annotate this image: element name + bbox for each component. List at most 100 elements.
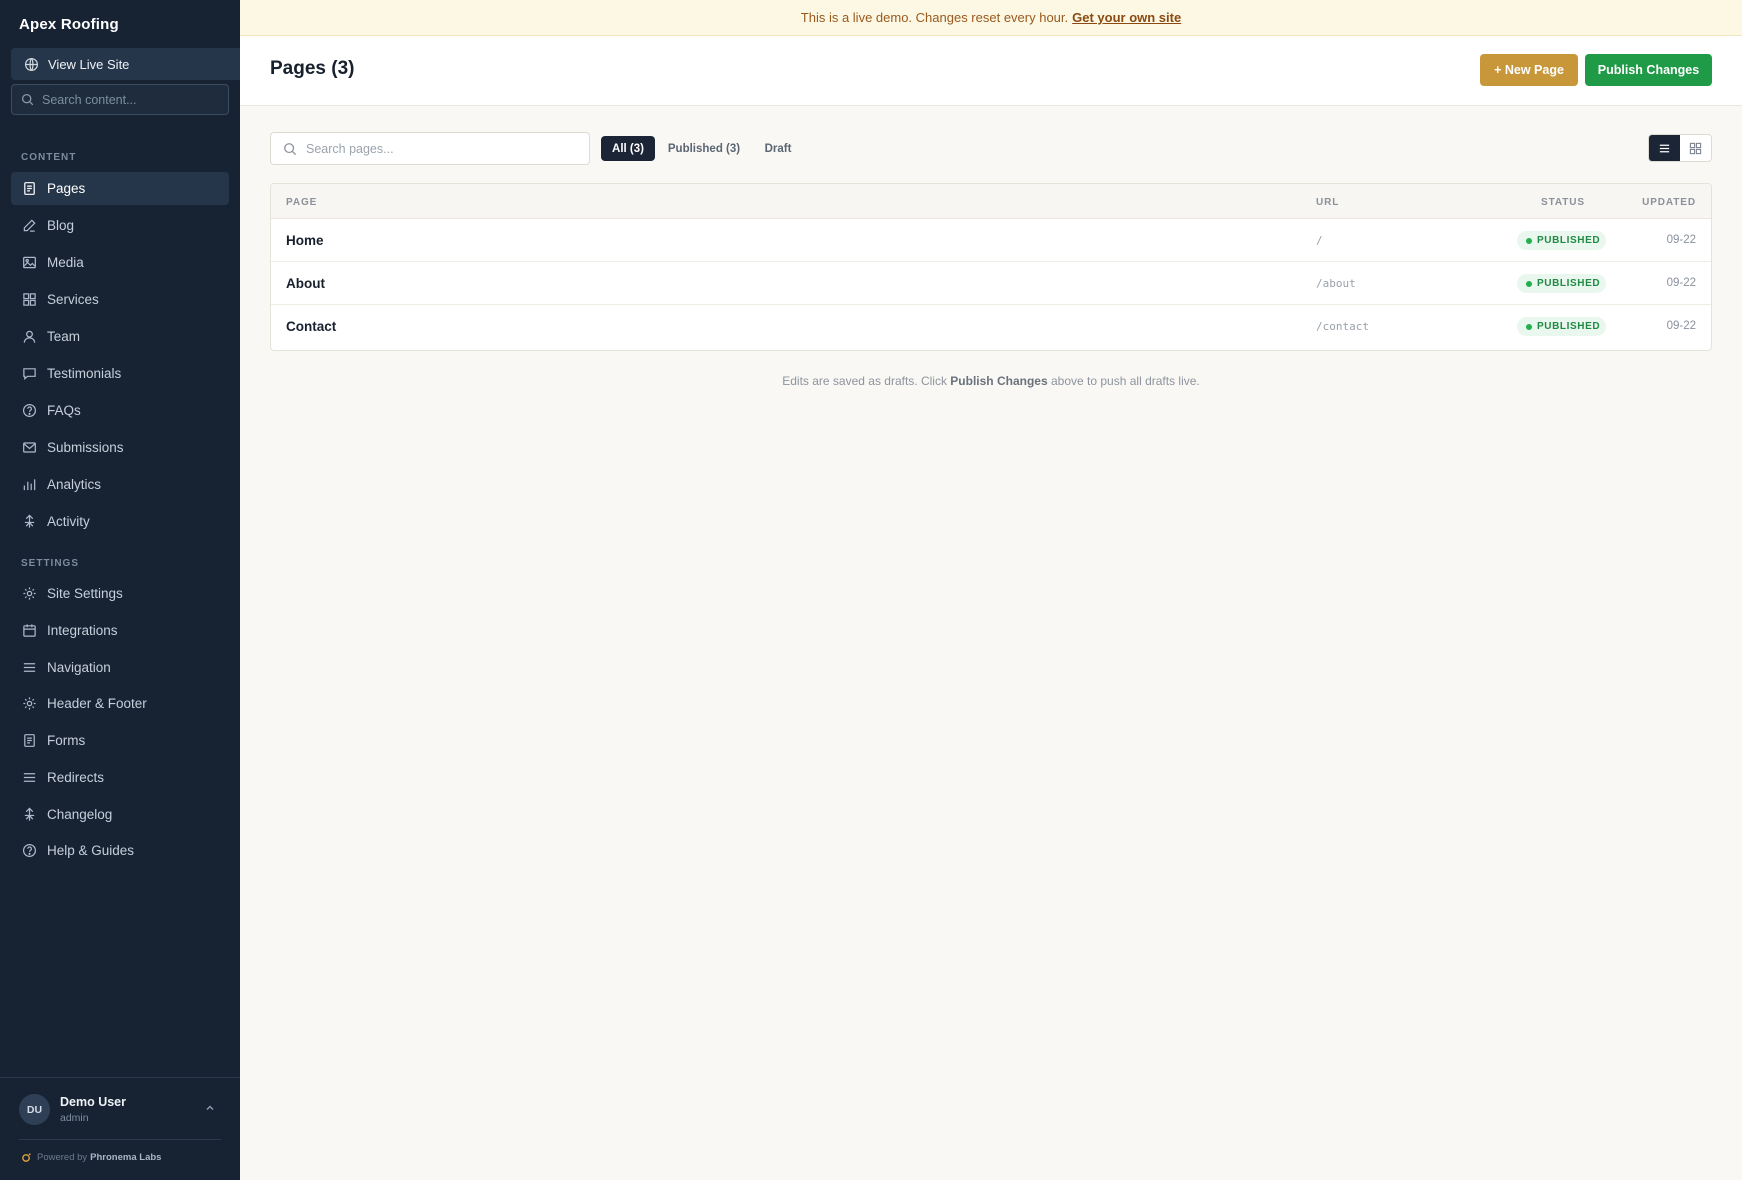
- page-name[interactable]: Contact: [286, 319, 336, 334]
- page-icon: [24, 182, 35, 195]
- status-text: PUBLISHED: [1537, 321, 1601, 332]
- page-url: /contact: [1316, 320, 1369, 333]
- sidebar-item-navigation[interactable]: Navigation: [11, 651, 229, 684]
- status-badge: PUBLISHED: [1517, 231, 1606, 250]
- table-row[interactable]: About /about PUBLISHED 09-22: [271, 262, 1711, 305]
- page-header: Pages (3) + New Page Publish Changes: [240, 36, 1742, 106]
- powered-prefix: Powered by: [37, 1152, 88, 1163]
- sidebar-item-team[interactable]: Team: [11, 320, 229, 353]
- sidebar-item-label: Forms: [47, 733, 86, 748]
- sidebar-item-changelog[interactable]: Changelog: [11, 798, 229, 831]
- demo-banner-text: This is a live demo. Changes reset every…: [800, 10, 1069, 25]
- pages-table: PAGE URL STATUS UPDATED Home / PUBLISHED…: [270, 183, 1712, 351]
- publish-changes-button[interactable]: Publish Changes: [1585, 54, 1712, 86]
- status-dot-icon: [1526, 323, 1532, 330]
- grid-view-button[interactable]: [1680, 135, 1711, 161]
- status-dot-icon: [1526, 237, 1532, 244]
- table-header: PAGE URL STATUS UPDATED: [271, 184, 1711, 219]
- sidebar-item-label: Site Settings: [47, 586, 123, 601]
- sidebar-item-analytics[interactable]: Analytics: [11, 468, 229, 501]
- avatar: DU: [19, 1094, 50, 1125]
- chevron-up-icon[interactable]: [204, 1102, 216, 1114]
- page-url: /: [1316, 234, 1323, 247]
- sidebar-item-label: Header & Footer: [47, 696, 147, 711]
- user-menu[interactable]: DU Demo User admin: [19, 1094, 126, 1125]
- settings-section-label: SETTINGS: [21, 558, 80, 569]
- sidebar-item-label: Help & Guides: [47, 843, 135, 858]
- calendar-icon: [23, 624, 36, 637]
- sidebar-item-label: Services: [47, 292, 99, 307]
- page-icon: [24, 734, 35, 747]
- sidebar-item-submissions[interactable]: Submissions: [11, 431, 229, 464]
- page-url: /about: [1316, 277, 1356, 290]
- sidebar-item-help-guides[interactable]: Help & Guides: [11, 834, 229, 867]
- search-icon: [21, 93, 34, 106]
- page-name[interactable]: Home: [286, 233, 324, 248]
- sidebar-item-label: Testimonials: [47, 366, 122, 381]
- sidebar-item-label: Navigation: [47, 660, 111, 675]
- get-your-own-site-link[interactable]: Get your own site: [1072, 10, 1181, 25]
- gear-icon: [23, 587, 36, 600]
- sidebar-item-header-footer[interactable]: Header & Footer: [11, 687, 229, 720]
- sidebar-search-input[interactable]: [42, 92, 212, 107]
- content-section-label: CONTENT: [21, 152, 77, 163]
- brand-name: Apex Roofing: [19, 16, 119, 33]
- menu-icon: [23, 663, 36, 672]
- sidebar-item-pages[interactable]: Pages: [11, 172, 229, 205]
- filter-all[interactable]: All (3): [601, 136, 655, 161]
- new-page-button[interactable]: + New Page: [1480, 54, 1578, 86]
- status-text: PUBLISHED: [1537, 278, 1601, 289]
- sidebar-item-forms[interactable]: Forms: [11, 724, 229, 757]
- sidebar-item-media[interactable]: Media: [11, 246, 229, 279]
- sidebar-item-label: Blog: [47, 218, 75, 233]
- column-status: STATUS: [1541, 197, 1585, 208]
- sidebar-item-site-settings[interactable]: Site Settings: [11, 577, 229, 610]
- powered-divider: [19, 1139, 221, 1140]
- list-view-button[interactable]: [1649, 135, 1680, 161]
- menu-icon: [23, 773, 36, 782]
- sidebar-item-faqs[interactable]: FAQs: [11, 394, 229, 427]
- powered-by: Powered by Phronema Labs: [21, 1152, 161, 1163]
- page-name[interactable]: About: [286, 276, 325, 291]
- table-row[interactable]: Contact /contact PUBLISHED 09-22: [271, 305, 1711, 348]
- sidebar-item-services[interactable]: Services: [11, 283, 229, 316]
- view-live-site-button[interactable]: View Live Site: [11, 48, 240, 80]
- mail-icon: [23, 442, 36, 453]
- logo-icon: [22, 1153, 31, 1162]
- sidebar-item-label: Activity: [47, 514, 90, 529]
- drafts-hint: Edits are saved as drafts. Click Publish…: [270, 374, 1712, 388]
- sidebar-item-label: Integrations: [47, 623, 118, 638]
- sidebar-item-label: Submissions: [47, 440, 124, 455]
- status-badge: PUBLISHED: [1517, 274, 1606, 293]
- filter-published[interactable]: Published (3): [662, 136, 746, 161]
- demo-banner: This is a live demo. Changes reset every…: [240, 0, 1742, 36]
- pages-search-input[interactable]: [306, 141, 576, 156]
- image-icon: [23, 256, 36, 269]
- table-row[interactable]: Home / PUBLISHED 09-22: [271, 219, 1711, 262]
- help-icon: [22, 403, 37, 418]
- page-title: Pages (3): [270, 58, 355, 79]
- powered-brand[interactable]: Phronema Labs: [90, 1152, 161, 1163]
- hint-strong: Publish Changes: [950, 374, 1048, 388]
- updated-date: 09-22: [1666, 320, 1696, 332]
- sidebar-item-activity[interactable]: Activity: [11, 505, 229, 538]
- activity-icon: [24, 807, 35, 821]
- pen-icon: [23, 219, 36, 232]
- sidebar-search: [11, 84, 229, 115]
- sidebar-item-blog[interactable]: Blog: [11, 209, 229, 242]
- sidebar: Apex Roofing View Live Site CONTENT Page…: [0, 0, 240, 1180]
- sidebar-item-integrations[interactable]: Integrations: [11, 614, 229, 647]
- grid-icon: [1689, 142, 1702, 154]
- user-name: Demo User: [60, 1095, 126, 1109]
- status-badge: PUBLISHED: [1517, 317, 1606, 336]
- gear-icon: [23, 697, 36, 710]
- help-icon: [22, 843, 37, 858]
- activity-icon: [24, 514, 35, 528]
- filter-draft[interactable]: Draft: [756, 136, 800, 161]
- view-toggle: [1648, 134, 1712, 162]
- sidebar-item-redirects[interactable]: Redirects: [11, 761, 229, 794]
- sidebar-item-testimonials[interactable]: Testimonials: [11, 357, 229, 390]
- sidebar-item-label: Pages: [47, 181, 86, 196]
- bar-chart-icon: [23, 479, 36, 491]
- column-updated: UPDATED: [1642, 197, 1696, 208]
